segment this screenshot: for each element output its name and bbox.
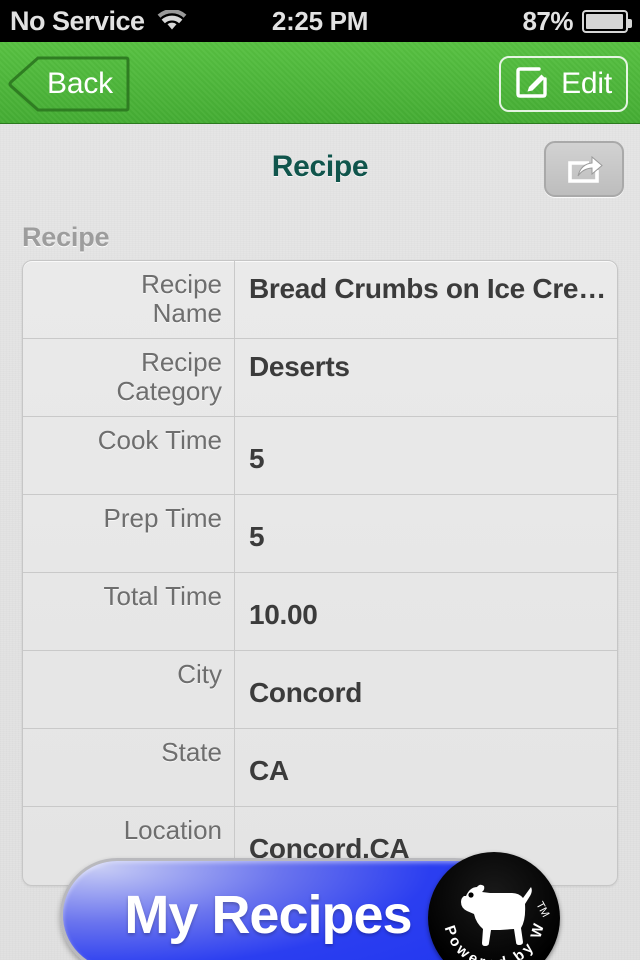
row-value: 10.00	[249, 599, 318, 630]
powered-by-wag-badge[interactable]: Powered by WAG TM	[428, 852, 560, 960]
table-row[interactable]: Recipe Category Deserts	[23, 339, 617, 417]
navigation-bar: Back Edit	[0, 42, 640, 124]
row-label: Cook Time	[23, 417, 235, 494]
row-label: City	[23, 651, 235, 728]
table-row[interactable]: City Concord	[23, 651, 617, 729]
row-value: 5	[249, 521, 265, 552]
edit-button-label: Edit	[561, 67, 612, 100]
row-label: Recipe Name	[23, 261, 235, 338]
table-row[interactable]: Recipe Name Bread Crumbs on Ice Cre…	[23, 261, 617, 339]
compose-icon	[515, 65, 549, 104]
row-label: State	[23, 729, 235, 806]
row-value: CA	[249, 755, 289, 786]
app-screen: No Service 2:25 PM 87% Back Edit Recipe …	[0, 0, 640, 960]
share-icon	[564, 150, 604, 189]
edit-button[interactable]: Edit	[499, 56, 628, 112]
row-label: Recipe Category	[23, 339, 235, 416]
recipe-detail-table: Recipe Name Bread Crumbs on Ice Cre… Recipe…	[22, 260, 618, 886]
table-row[interactable]: Total Time 10.00	[23, 573, 617, 651]
table-row[interactable]: Cook Time 5	[23, 417, 617, 495]
battery-percent-label: 87%	[522, 5, 573, 36]
table-row[interactable]: State CA	[23, 729, 617, 807]
row-value: Concord	[249, 677, 363, 708]
svg-text:TM: TM	[533, 900, 551, 920]
back-button-label: Back	[47, 67, 113, 100]
status-bar: No Service 2:25 PM 87%	[0, 0, 640, 42]
share-button[interactable]	[544, 141, 624, 197]
row-value: 5	[249, 443, 265, 474]
section-header-recipe: Recipe	[22, 222, 110, 252]
battery-icon	[582, 9, 632, 33]
content-area: Recipe Recipe Recipe Name Bread Crumbs on …	[0, 124, 640, 960]
row-value: Bread Crumbs on Ice Cre…	[249, 273, 606, 304]
status-bar-right: 87%	[522, 0, 632, 42]
my-recipes-label: My Recipes	[124, 885, 412, 945]
row-label: Prep Time	[23, 495, 235, 572]
table-row[interactable]: Prep Time 5	[23, 495, 617, 573]
row-value: Deserts	[249, 351, 350, 382]
my-recipes-overlay: My Recipes Powered by WAG TM	[60, 852, 560, 960]
row-label: Total Time	[23, 573, 235, 650]
back-button[interactable]: Back	[8, 56, 130, 112]
